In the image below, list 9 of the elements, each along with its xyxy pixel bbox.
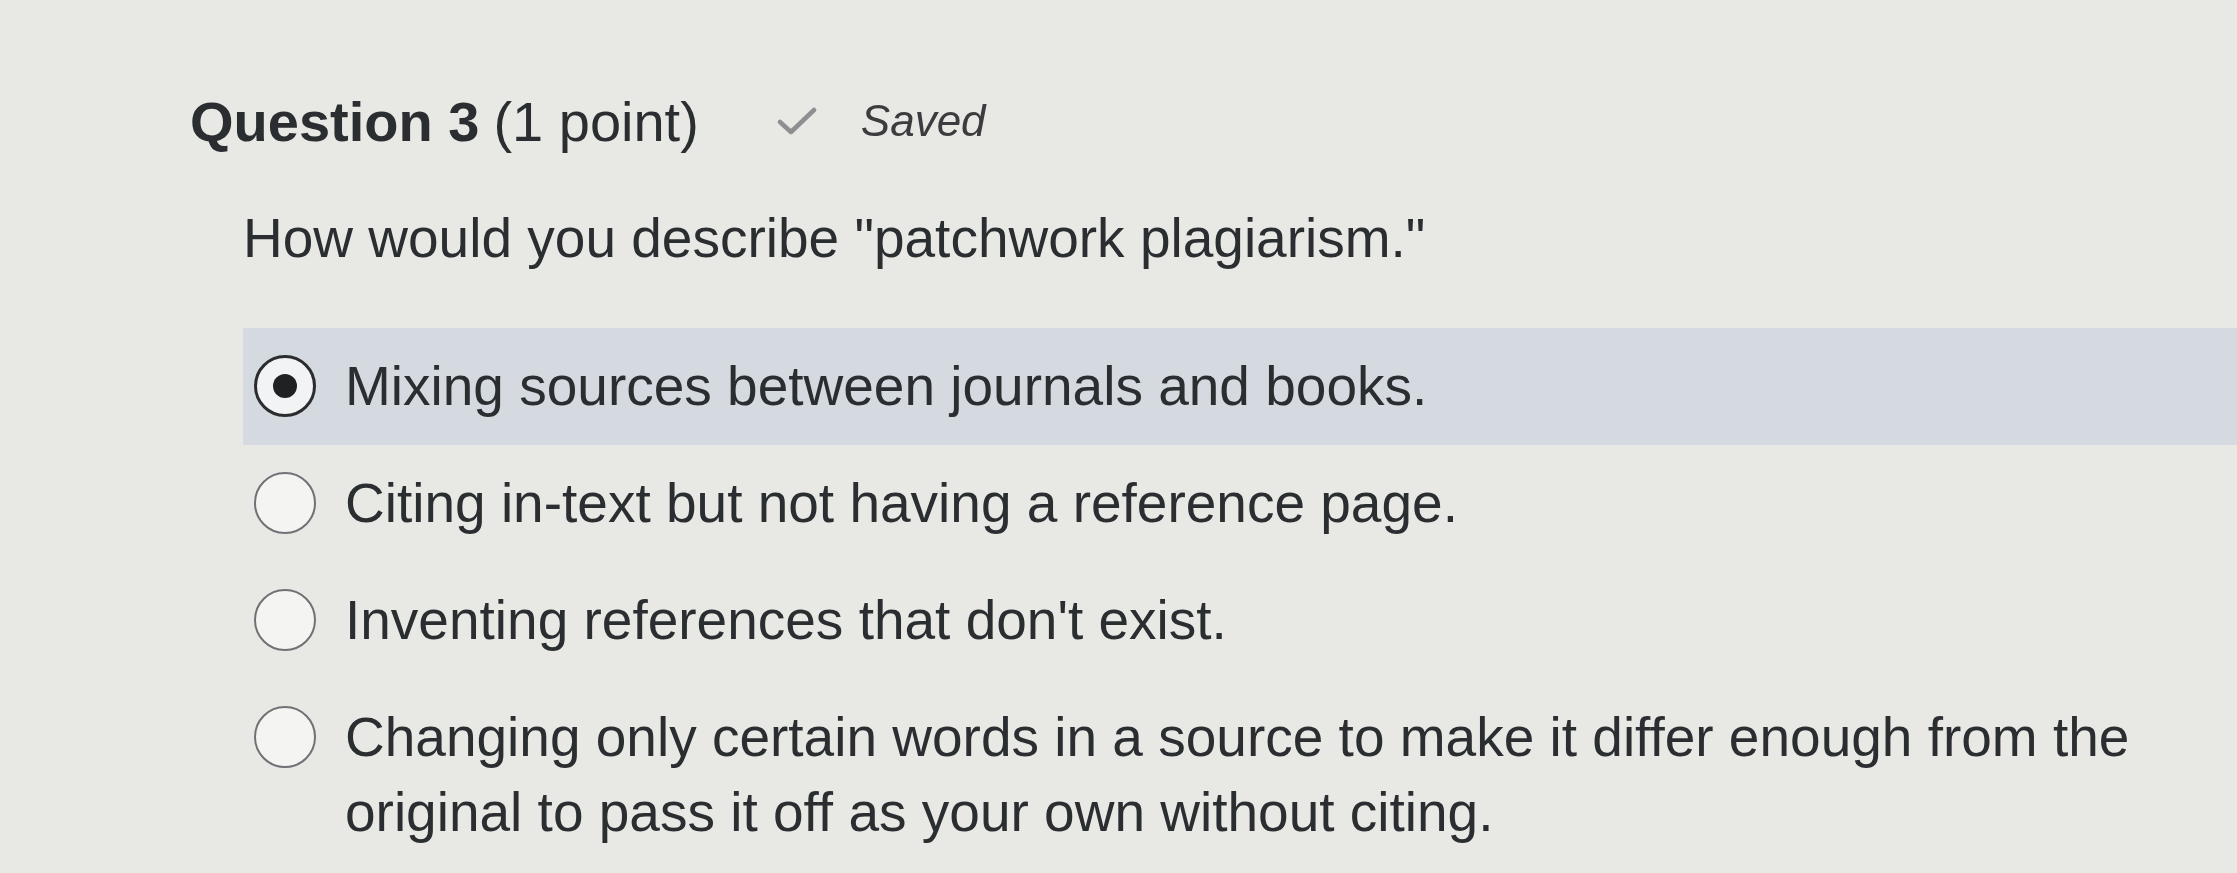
option-text: Inventing references that don't exist. bbox=[345, 588, 1227, 653]
question-prompt: How would you describe "patchwork plagiarism." bbox=[243, 206, 1426, 271]
option-text: Citing in-text but not having a reference page. bbox=[345, 471, 1458, 536]
save-status: Saved bbox=[860, 96, 986, 146]
checkmark-icon bbox=[776, 106, 817, 136]
option-text: Mixing sources between journals and books. bbox=[345, 354, 1428, 419]
question-title: Question 3 bbox=[190, 88, 480, 154]
option-text: Changing only certain words in a source to make it differ enough from the original to pass it off as your own without citing. bbox=[345, 705, 2131, 845]
question-points: (1 point) bbox=[493, 88, 699, 154]
